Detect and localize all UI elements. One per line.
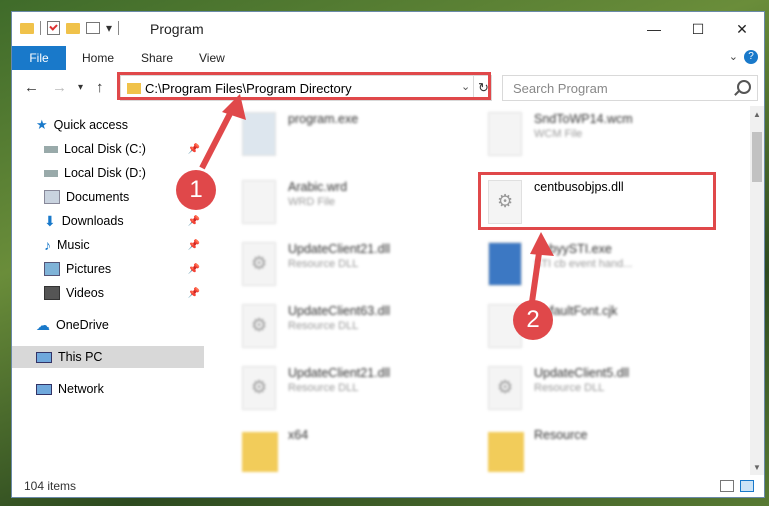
arrowhead-icon [530,232,554,256]
step-badge-2: 2 [513,300,553,340]
step-badge-1: 1 [176,170,216,210]
annotation-arrows [199,94,554,303]
